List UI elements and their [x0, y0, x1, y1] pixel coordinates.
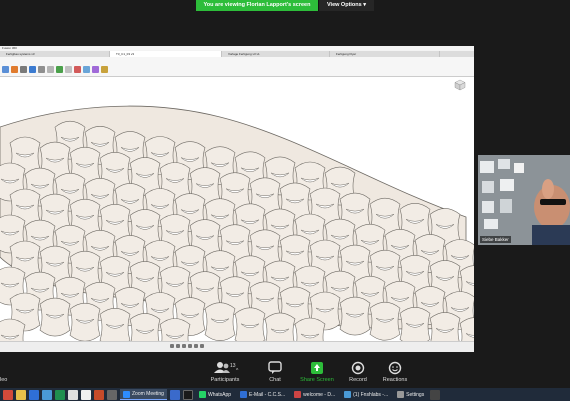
participant-name: Siebe Bakker: [480, 236, 511, 243]
task-browser[interactable]: (1) Fnshlabs -...: [341, 389, 391, 400]
edge-icon[interactable]: [42, 389, 52, 400]
task-label: (1) Fnshlabs -...: [353, 391, 389, 398]
task-label: welcome - D...: [303, 391, 336, 398]
joint-tool-icon[interactable]: [65, 66, 72, 73]
svg-text:^: ^: [236, 368, 239, 374]
app-icon-white[interactable]: [81, 389, 91, 400]
reactions-icon: [388, 361, 402, 375]
video-partial-label[interactable]: leo: [0, 377, 7, 383]
orbit-icon[interactable]: [170, 344, 174, 348]
task-label: Settings: [406, 391, 425, 398]
task-label: E-Mail - C.C.S...: [249, 391, 286, 398]
pan-icon[interactable]: [176, 344, 180, 348]
reactions-button[interactable]: Reactions: [370, 361, 420, 383]
design-timeline: [0, 341, 474, 352]
task-zoom-meeting[interactable]: Zoom Meeting: [120, 389, 167, 400]
app-icon-red[interactable]: [3, 389, 13, 400]
tile-unit: [234, 307, 266, 341]
tile-unit: [429, 312, 461, 341]
participants-button[interactable]: 13 ^ Participants: [200, 361, 250, 383]
shell-tool-icon[interactable]: [47, 66, 54, 73]
meeting-controls-bar: 13 ^ Participants Chat Share Screen Reco…: [0, 357, 570, 388]
tile-unit: [399, 307, 431, 341]
cad-viewport[interactable]: [0, 77, 474, 341]
task-settings[interactable]: Settings: [394, 389, 427, 400]
task-email[interactable]: E-Mail - C.C.S...: [237, 389, 288, 400]
tab-fertigung[interactable]: Fertigung Flyer: [330, 51, 440, 57]
modify-tool-icon[interactable]: [20, 66, 27, 73]
cad-toolbar: [0, 63, 474, 77]
zoom-icon: [123, 390, 130, 398]
tab-vorlage[interactable]: Vorlage Fertigung v3 v1: [222, 51, 330, 57]
extrude-tool-icon[interactable]: [29, 66, 36, 73]
app-icon-gray[interactable]: [68, 389, 78, 400]
tessellated-tile-model: [0, 105, 474, 341]
chat-icon: [268, 361, 282, 374]
inspect-tool-icon[interactable]: [83, 66, 90, 73]
task-whatsapp[interactable]: WhatsApp: [196, 389, 234, 400]
view-options-button[interactable]: View Options ▾: [318, 0, 374, 11]
viewcube-icon[interactable]: [454, 79, 466, 91]
share-screen-icon: [311, 362, 323, 374]
tab-fertigbau[interactable]: Fertigbau systems v3: [0, 51, 110, 57]
browser-icon: [344, 391, 352, 398]
settings-icon: [397, 391, 405, 398]
sketch-tool-icon[interactable]: [2, 66, 9, 73]
app-icon-dark[interactable]: [107, 389, 117, 400]
zoom-icon[interactable]: [182, 344, 186, 348]
system-tray-icon[interactable]: [430, 389, 441, 400]
window-title: Fusion 360: [2, 46, 17, 50]
record-icon: [351, 361, 365, 375]
construct-tool-icon[interactable]: [74, 66, 81, 73]
viewing-screen-label: You are viewing Florian Lapport's screen: [196, 0, 318, 11]
chevron-down-icon: ▾: [363, 2, 367, 8]
app-icon-black[interactable]: [182, 389, 193, 400]
fit-icon[interactable]: [188, 344, 192, 348]
document-tabs: Fertigbau systems v3 T3_C1_03 v3 Vorlage…: [0, 51, 474, 57]
whatsapp-icon: [198, 391, 206, 398]
shared-screen-window: Fusion 360 Fertigbau systems v3 T3_C1_03…: [0, 46, 474, 352]
task-welcome[interactable]: welcome - D...: [291, 389, 338, 400]
document-icon: [294, 391, 302, 398]
task-label: Zoom Meeting: [132, 391, 164, 397]
insert-tool-icon[interactable]: [92, 66, 99, 73]
windows-taskbar: Zoom Meeting WhatsApp E-Mail - C.C.S... …: [0, 388, 570, 401]
assemble-tool-icon[interactable]: [56, 66, 63, 73]
mail-icon: [240, 391, 248, 398]
participants-label: Participants: [210, 377, 240, 383]
share-banner: You are viewing Florian Lapport's screen…: [196, 0, 374, 11]
grid-icon[interactable]: [200, 344, 204, 348]
outlook-icon[interactable]: [29, 389, 39, 400]
tile-unit: [129, 313, 161, 341]
app-icon-blue[interactable]: [169, 389, 180, 400]
excel-icon[interactable]: [55, 389, 65, 400]
view-options-label: View Options: [326, 2, 362, 8]
participant-video[interactable]: Siebe Bakker: [478, 155, 570, 245]
reactions-label: Reactions: [382, 377, 408, 383]
display-settings-icon[interactable]: [194, 344, 198, 348]
create-tool-icon[interactable]: [11, 66, 18, 73]
participant-video-feed: [478, 155, 570, 245]
tab-t3-c1[interactable]: T3_C1_03 v3: [110, 51, 222, 57]
file-explorer-icon[interactable]: [16, 389, 26, 400]
viewport-navigation-bar: [170, 344, 204, 349]
select-tool-icon[interactable]: [101, 66, 108, 73]
tile-unit: [264, 312, 296, 341]
tile-unit: [99, 308, 131, 341]
zoom-screen: You are viewing Florian Lapport's screen…: [0, 0, 570, 401]
task-label: WhatsApp: [207, 391, 232, 398]
app-icon-orange[interactable]: [94, 389, 104, 400]
participants-count: 13: [230, 363, 236, 369]
fillet-tool-icon[interactable]: [38, 66, 45, 73]
participants-icon: 13 ^: [214, 362, 239, 374]
